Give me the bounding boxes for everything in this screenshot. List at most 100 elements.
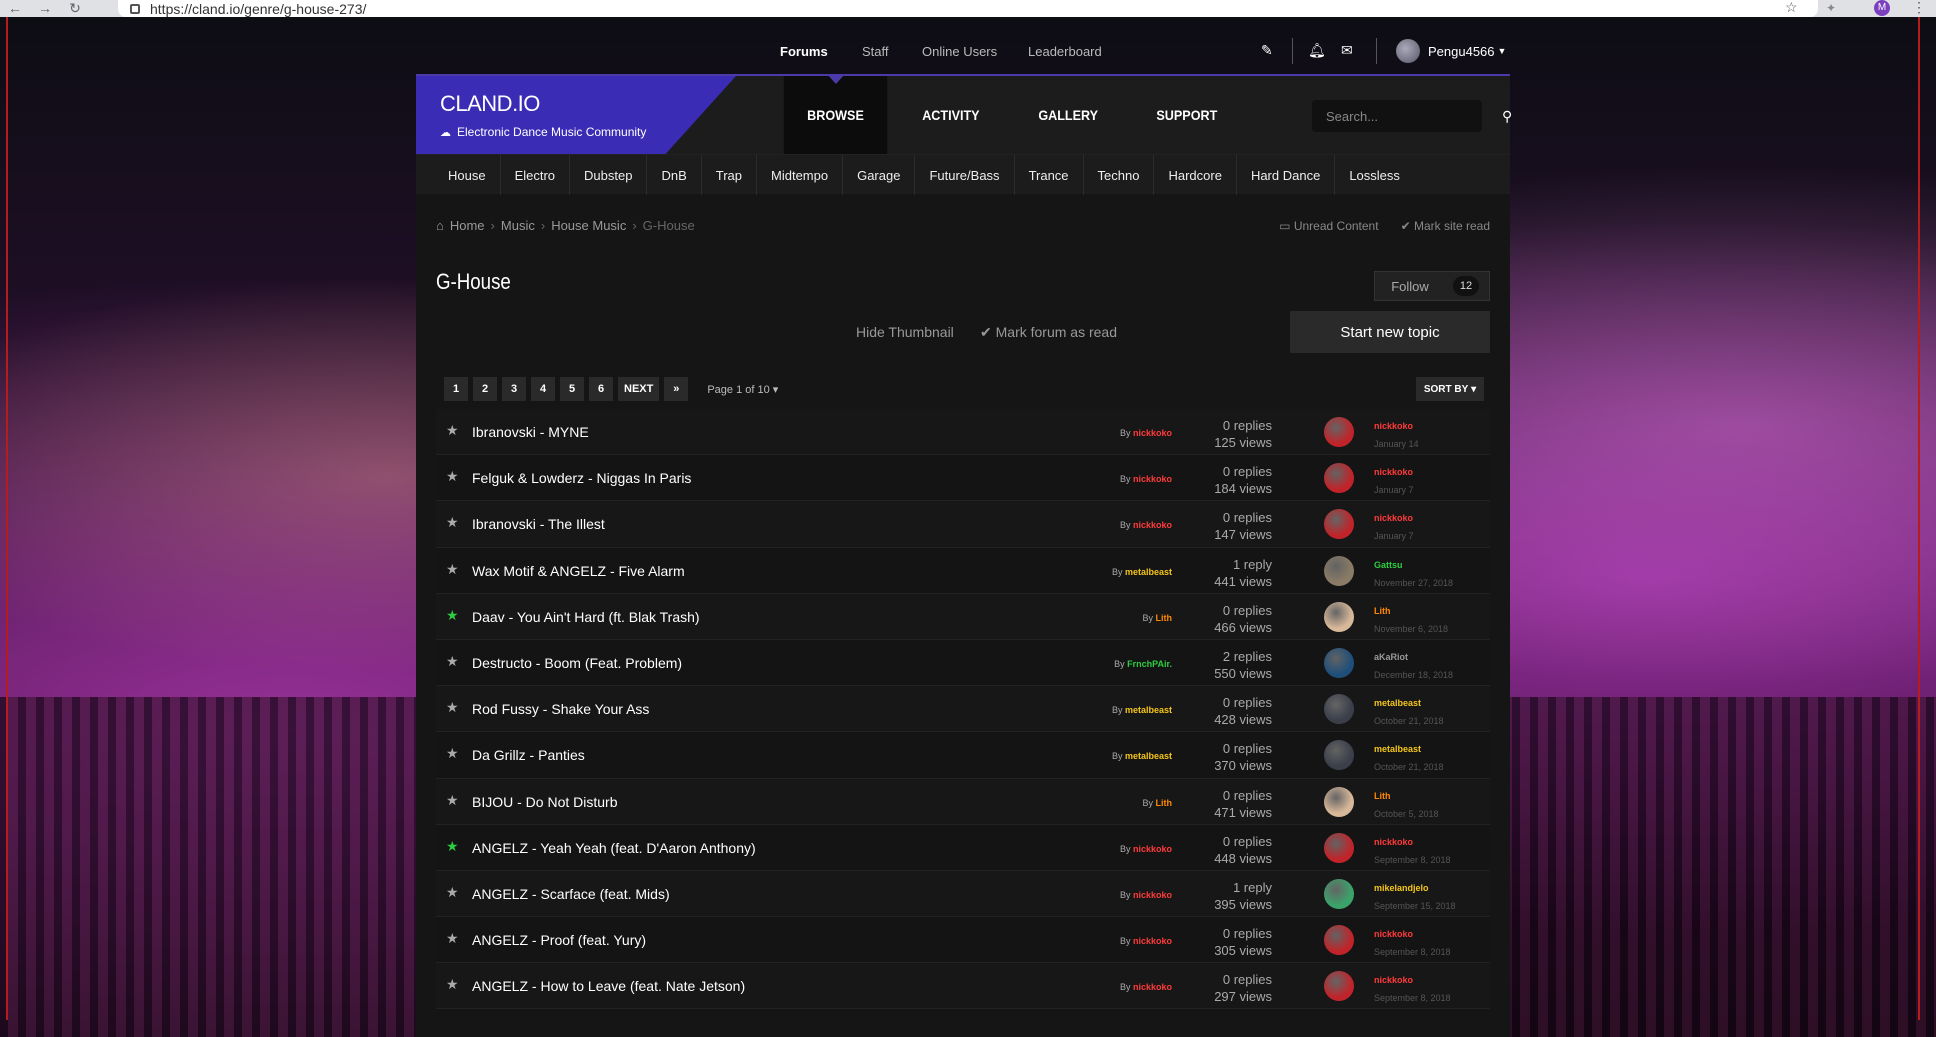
page-2[interactable]: 2	[473, 377, 497, 401]
page-6[interactable]: 6	[589, 377, 613, 401]
tab-browse[interactable]: BROWSE	[783, 76, 888, 154]
star-icon[interactable]: ★	[446, 792, 459, 809]
page-jump-dropdown[interactable]: Page 1 of 10 ▾	[707, 383, 778, 396]
breadcrumb-house-music[interactable]: House Music	[551, 218, 626, 233]
profile-avatar[interactable]: M	[1874, 0, 1890, 16]
nav-leaderboard[interactable]: Leaderboard	[1028, 44, 1102, 59]
genre-trance[interactable]: Trance	[1015, 155, 1084, 195]
genre-hard-dance[interactable]: Hard Dance	[1237, 155, 1336, 195]
topic-title[interactable]: Daav - You Ain't Hard (ft. Blak Trash)	[472, 609, 700, 625]
last-poster[interactable]: nickkoko	[1374, 925, 1451, 943]
last-poster[interactable]: aKaRiot	[1374, 648, 1453, 666]
genre-techno[interactable]: Techno	[1084, 155, 1155, 195]
topic-title[interactable]: ANGELZ - Scarface (feat. Mids)	[472, 886, 670, 902]
nav-staff[interactable]: Staff	[862, 44, 889, 59]
author-link[interactable]: metalbeast	[1125, 705, 1172, 715]
breadcrumb-home[interactable]: Home	[450, 218, 485, 233]
avatar[interactable]	[1324, 463, 1354, 494]
author-link[interactable]: nickkoko	[1133, 844, 1172, 854]
search-icon[interactable]: ⚲	[1502, 108, 1512, 125]
genre-midtempo[interactable]: Midtempo	[757, 155, 844, 195]
topic-title[interactable]: ANGELZ - How to Leave (feat. Nate Jetson…	[472, 978, 745, 994]
topic-row[interactable]: ★ Wax Motif & ANGELZ - Five Alarm By metal…	[436, 547, 1490, 594]
author-link[interactable]: metalbeast	[1125, 751, 1172, 761]
bookmark-star-icon[interactable]: ☆	[1785, 0, 1798, 16]
envelope-icon[interactable]: ✉	[1341, 42, 1353, 59]
topic-title[interactable]: Rod Fussy - Shake Your Ass	[472, 701, 649, 717]
star-icon[interactable]: ★	[446, 699, 459, 716]
last-poster[interactable]: nickkoko	[1374, 833, 1451, 851]
star-icon[interactable]: ★	[446, 838, 459, 855]
topic-title[interactable]: Wax Motif & ANGELZ - Five Alarm	[472, 563, 685, 579]
next-page-button[interactable]: NEXT	[618, 377, 660, 401]
topic-title[interactable]: Ibranovski - The Illest	[472, 516, 605, 532]
topic-row[interactable]: ★ ANGELZ - Yeah Yeah (feat. D'Aaron Antho…	[436, 824, 1490, 871]
hide-thumbnail-button[interactable]: Hide Thumbnail	[856, 312, 954, 352]
last-poster[interactable]: nickkoko	[1374, 463, 1414, 481]
last-poster[interactable]: Gattsu	[1374, 556, 1453, 574]
topic-row[interactable]: ★ Ibranovski - MYNE By nickkoko 0 replies 12…	[436, 409, 1490, 456]
star-icon[interactable]: ★	[446, 422, 459, 439]
avatar[interactable]	[1324, 601, 1354, 632]
tab-gallery[interactable]: GALLERY	[1015, 76, 1122, 154]
nav-online-users[interactable]: Online Users	[922, 44, 997, 59]
last-poster[interactable]: Lith	[1374, 787, 1439, 805]
topic-title[interactable]: BIJOU - Do Not Disturb	[472, 794, 617, 810]
page-3[interactable]: 3	[502, 377, 526, 401]
avatar[interactable]	[1324, 740, 1354, 771]
star-icon[interactable]: ★	[446, 884, 459, 901]
last-poster[interactable]: metalbeast	[1374, 694, 1444, 712]
star-icon[interactable]: ★	[446, 976, 459, 993]
start-new-topic-button[interactable]: Start new topic	[1290, 311, 1490, 353]
unread-content-link[interactable]: ▭ Unread Content	[1279, 219, 1378, 233]
author-link[interactable]: nickkoko	[1133, 982, 1172, 992]
last-page-button[interactable]: »	[664, 377, 689, 401]
last-poster[interactable]: nickkoko	[1374, 971, 1451, 989]
genre-trap[interactable]: Trap	[702, 155, 758, 195]
last-poster[interactable]: metalbeast	[1374, 740, 1444, 758]
topic-row[interactable]: ★ Da Grillz - Panties By metalbeast 0 repli…	[436, 732, 1490, 779]
star-icon[interactable]: ★	[446, 607, 459, 624]
author-link[interactable]: nickkoko	[1133, 890, 1172, 900]
tab-support[interactable]: SUPPORT	[1133, 76, 1241, 154]
avatar[interactable]	[1324, 555, 1354, 586]
last-poster[interactable]: nickkoko	[1374, 417, 1419, 435]
genre-electro[interactable]: Electro	[501, 155, 571, 195]
page-5[interactable]: 5	[560, 377, 584, 401]
topic-title[interactable]: Da Grillz - Panties	[472, 747, 585, 763]
address-bar[interactable]: https://cland.io/genre/g-house-273/	[118, 0, 1818, 17]
topic-row[interactable]: ★ Felguk & Lowderz - Niggas In Paris By ni…	[436, 455, 1490, 502]
bell-icon[interactable]: 🔔︎	[1308, 42, 1326, 59]
avatar[interactable]	[1324, 878, 1354, 909]
star-icon[interactable]: ★	[446, 930, 459, 947]
sort-by-dropdown[interactable]: SORT BY ▾	[1416, 377, 1484, 401]
search-input[interactable]	[1326, 108, 1502, 124]
star-icon[interactable]: ★	[446, 468, 459, 485]
topic-row[interactable]: ★ ANGELZ - Proof (feat. Yury) By nickkoko 0…	[436, 917, 1490, 964]
topic-title[interactable]: Felguk & Lowderz - Niggas In Paris	[472, 470, 691, 486]
star-icon[interactable]: ★	[446, 561, 459, 578]
avatar[interactable]	[1324, 417, 1354, 447]
last-poster[interactable]: Lith	[1374, 602, 1448, 620]
topic-row[interactable]: ★ ANGELZ - Scarface (feat. Mids) By nickko…	[436, 870, 1490, 918]
author-link[interactable]: nickkoko	[1133, 936, 1172, 946]
genre-future-bass[interactable]: Future/Bass	[915, 155, 1015, 195]
back-icon[interactable]: ←	[0, 0, 30, 17]
brand-logo[interactable]: CLAND.IO ☁ Electronic Dance Music Commun…	[416, 76, 736, 154]
topic-title[interactable]: Destructo - Boom (Feat. Problem)	[472, 655, 682, 671]
extension-icon[interactable]: ✦	[1826, 1, 1836, 15]
nav-forums[interactable]: Forums	[780, 44, 828, 59]
avatar[interactable]	[1324, 925, 1354, 956]
mark-site-read-link[interactable]: ✔ Mark site read	[1401, 219, 1490, 233]
menu-kebab-icon[interactable]: ⋮	[1912, 0, 1926, 16]
avatar[interactable]	[1324, 694, 1354, 725]
reload-icon[interactable]: ↻	[60, 0, 90, 17]
last-poster[interactable]: nickkoko	[1374, 509, 1414, 527]
author-link[interactable]: nickkoko	[1133, 428, 1172, 438]
author-link[interactable]: nickkoko	[1133, 474, 1172, 484]
avatar[interactable]	[1324, 509, 1354, 540]
star-icon[interactable]: ★	[446, 653, 459, 670]
page-1[interactable]: 1	[444, 377, 468, 401]
topic-title[interactable]: ANGELZ - Yeah Yeah (feat. D'Aaron Anthon…	[472, 840, 756, 856]
mark-forum-read-button[interactable]: ✔ Mark forum as read	[980, 312, 1117, 352]
